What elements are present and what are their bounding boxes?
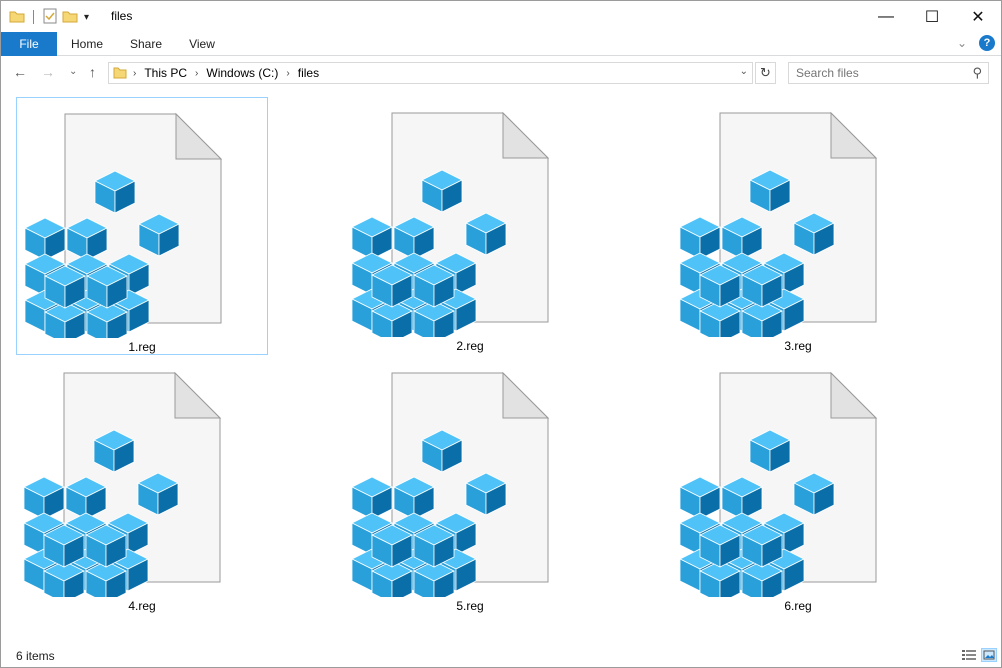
registry-file-icon [351, 111, 550, 337]
back-arrow-icon[interactable]: ← [13, 64, 27, 80]
forward-arrow-icon[interactable]: → [41, 64, 55, 80]
title-bar: ▾ files — ☐ ✕ [1, 1, 1001, 32]
registry-file-icon [351, 371, 550, 597]
refresh-button[interactable]: ↻ [755, 62, 776, 84]
file-name: 2.reg [456, 339, 484, 353]
properties-icon[interactable] [42, 8, 58, 27]
recent-locations-icon[interactable]: ⌄ [69, 66, 77, 77]
file-name: 1.reg [128, 340, 156, 354]
folder-icon[interactable] [9, 9, 25, 26]
help-icon[interactable]: ? [979, 35, 995, 51]
item-count: 6 items [16, 649, 55, 663]
file-item[interactable]: 6.reg [672, 357, 924, 615]
window-controls: — ☐ ✕ [863, 1, 1001, 32]
navigation-bar: ← → ⌄ ↑ › This PC › Windows (C:) › files… [1, 56, 1001, 91]
registry-file-icon [679, 111, 878, 337]
customize-toolbar-icon[interactable]: ▾ [84, 12, 89, 23]
view-switcher [961, 648, 997, 662]
file-item[interactable]: 4.reg [16, 357, 268, 615]
file-item[interactable]: 1.reg [16, 97, 268, 355]
ribbon-right-controls: ⌄ ? [957, 35, 995, 51]
file-item[interactable]: 5.reg [344, 357, 596, 615]
ribbon-tabs: File Home Share View ⌄ ? [1, 32, 1001, 56]
chevron-right-icon[interactable]: › [286, 68, 289, 79]
chevron-down-icon[interactable]: ⌄ [740, 66, 748, 77]
tab-share[interactable]: Share [127, 32, 165, 56]
status-bar: 6 items [1, 644, 1001, 667]
large-icons-view-icon[interactable] [981, 648, 997, 662]
breadcrumb-this-pc[interactable]: This PC [144, 66, 187, 80]
chevron-right-icon[interactable]: › [133, 68, 136, 79]
chevron-right-icon[interactable]: › [195, 68, 198, 79]
file-name: 3.reg [784, 339, 812, 353]
breadcrumb-files[interactable]: files [298, 66, 319, 80]
quick-access-toolbar: ▾ [9, 7, 89, 27]
up-arrow-icon[interactable]: ↑ [89, 64, 96, 80]
file-item[interactable]: 2.reg [344, 97, 596, 355]
maximize-button[interactable]: ☐ [909, 1, 955, 32]
minimize-button[interactable]: — [863, 1, 909, 32]
file-name: 4.reg [128, 599, 156, 613]
details-view-icon[interactable] [961, 648, 977, 662]
tab-view[interactable]: View [187, 32, 217, 56]
breadcrumb-windows-c[interactable]: Windows (C:) [206, 66, 278, 80]
explorer-window: ▾ files — ☐ ✕ File Home Share View ⌄ ? ←… [0, 0, 1002, 668]
registry-file-icon [679, 371, 878, 597]
folder-icon [113, 65, 127, 82]
tab-home[interactable]: Home [69, 32, 105, 56]
registry-file-icon [23, 371, 222, 597]
new-folder-icon[interactable] [62, 9, 78, 26]
window-title: files [111, 9, 133, 23]
expand-ribbon-icon[interactable]: ⌄ [957, 36, 967, 50]
address-bar[interactable]: › This PC › Windows (C:) › files ⌄ [108, 62, 753, 84]
search-input[interactable] [789, 63, 959, 83]
search-box[interactable]: ⚲ [788, 62, 989, 84]
toolbar-divider [33, 10, 34, 24]
file-item[interactable]: 3.reg [672, 97, 924, 355]
search-icon[interactable]: ⚲ [972, 65, 982, 81]
file-name: 5.reg [456, 599, 484, 613]
tab-file[interactable]: File [1, 32, 57, 56]
file-view: 1.reg 2.reg 3.reg 4.reg 5.reg 6.reg [1, 91, 1001, 644]
file-name: 6.reg [784, 599, 812, 613]
close-button[interactable]: ✕ [955, 1, 1001, 32]
registry-file-icon [24, 112, 223, 338]
